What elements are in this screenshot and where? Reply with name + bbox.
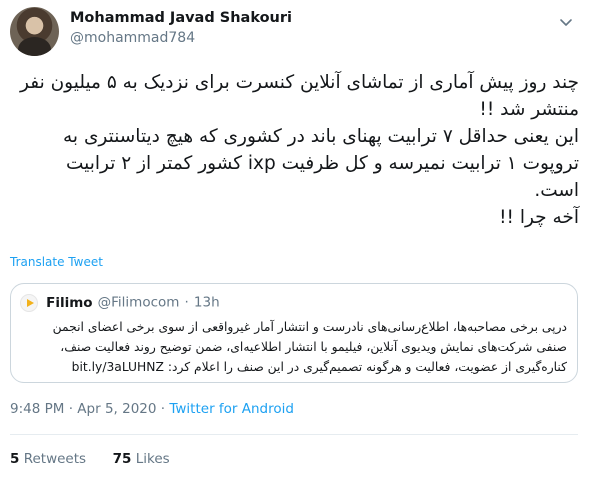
quoted-separator: · bbox=[184, 294, 189, 311]
likes-label: Likes bbox=[135, 451, 170, 467]
tweet-text: چند روز پیش آماری از تماشای آنلاین کنسرت… bbox=[18, 69, 579, 231]
quoted-timestamp: 13h bbox=[193, 294, 220, 311]
filimo-logo-icon bbox=[20, 293, 38, 312]
meta-separator: · bbox=[68, 401, 73, 417]
tweet-stats: 5 Retweets 75 Likes bbox=[10, 451, 170, 467]
translate-tweet-link[interactable]: Translate Tweet bbox=[10, 255, 103, 269]
tweet-text-line: آخه چرا !! bbox=[499, 207, 579, 228]
tweet-text-line: تروپوت ۱ ترابیت نمیرسه و کل ظرفیت ixp کش… bbox=[65, 153, 579, 174]
retweets-label: Retweets bbox=[23, 451, 87, 467]
divider bbox=[10, 434, 578, 435]
likes-stat[interactable]: 75 Likes bbox=[113, 451, 170, 467]
tweet-source-link[interactable]: Twitter for Android bbox=[169, 401, 294, 417]
author-display-name[interactable]: Mohammad Javad Shakouri bbox=[70, 8, 292, 28]
quoted-text-line: صنفی شرکت‌های نمایش ویدیوی آنلاین، فیلیم… bbox=[60, 340, 567, 354]
tweet-header: Mohammad Javad Shakouri @mohammad784 bbox=[10, 6, 580, 58]
quoted-tweet-header: Filimo @Filimocom · 13h bbox=[20, 292, 220, 312]
retweets-stat[interactable]: 5 Retweets bbox=[10, 451, 90, 467]
quoted-tweet[interactable]: Filimo @Filimocom · 13h درپی برخی مصاحبه… bbox=[10, 283, 578, 383]
author-handle[interactable]: @mohammad784 bbox=[70, 28, 292, 48]
meta-separator: · bbox=[160, 401, 166, 417]
author-names[interactable]: Mohammad Javad Shakouri @mohammad784 bbox=[70, 8, 292, 48]
quoted-author-name: Filimo bbox=[46, 294, 93, 311]
tweet-time[interactable]: 9:48 PM bbox=[10, 401, 64, 417]
quoted-text-line: درپی برخی مصاحبه‌ها، اطلاع‌رسانی‌های ناد… bbox=[52, 320, 567, 334]
tweet-text-line: چند روز پیش آماری از تماشای آنلاین کنسرت… bbox=[20, 72, 579, 93]
tweet-text-line: است. bbox=[534, 180, 579, 201]
quoted-author-handle: @Filimocom bbox=[97, 294, 180, 311]
chevron-down-icon[interactable] bbox=[556, 12, 576, 32]
avatar[interactable] bbox=[10, 7, 59, 56]
tweet-date[interactable]: Apr 5, 2020 bbox=[77, 401, 156, 417]
likes-count: 75 bbox=[112, 451, 132, 467]
tweet-text-line: این یعنی حداقل ۷ ترابیت پهنای باند در کش… bbox=[63, 126, 579, 147]
quoted-text-line: کناره‌گیری از عضویت، فعالیت و هرگونه تصم… bbox=[71, 360, 567, 374]
quoted-tweet-text: درپی برخی مصاحبه‌ها، اطلاع‌رسانی‌های ناد… bbox=[19, 317, 567, 377]
retweets-count: 5 bbox=[10, 451, 20, 467]
tweet-meta: 9:48 PM · Apr 5, 2020 · Twitter for Andr… bbox=[10, 401, 294, 417]
tweet-text-line: منتشر شد !! bbox=[479, 99, 579, 120]
